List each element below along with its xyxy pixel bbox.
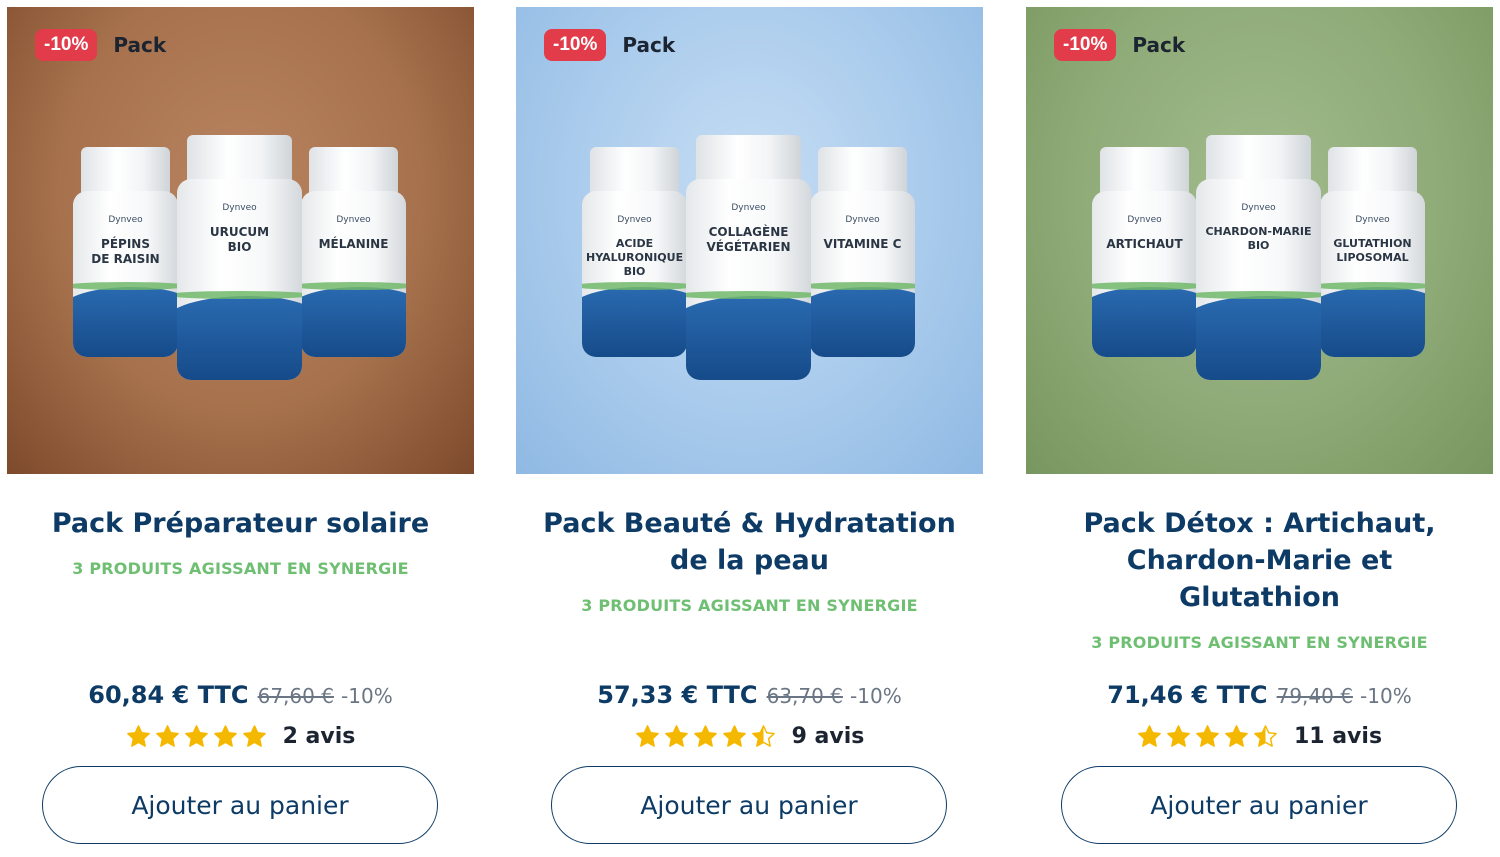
product-card: Dynveo ARTICHAUT Dynveo CHARDON-MARIE BIO …	[1026, 0, 1493, 857]
discount-percent: -10%	[1360, 684, 1412, 708]
product-info: Pack Détox : Artichaut, Chardon-Marie et…	[1026, 505, 1493, 652]
price-row: 71,46 € TTC 79,40 € -10%	[1026, 681, 1493, 709]
discount-percent: -10%	[341, 684, 393, 708]
discount-badge: -10%	[1054, 29, 1117, 61]
old-price: 63,70 €	[766, 684, 843, 708]
bottle-brand: Dynveo	[336, 215, 371, 225]
discount-badge: -10%	[544, 29, 607, 61]
pack-badge: Pack	[113, 33, 167, 57]
product-photo: Dynveo PÉPINS DE RAISIN Dynveo URUCUM BIO …	[7, 7, 474, 474]
add-to-cart-button[interactable]: Ajouter au panier	[1061, 766, 1457, 844]
bottle-label: URUCUM BIO	[209, 225, 270, 254]
price-row: 60,84 € TTC 67,60 € -10%	[7, 681, 474, 709]
product-image[interactable]: Dynveo ACIDE HYALURONIQUE BIO Dynveo COLLA…	[516, 7, 983, 474]
bottle-brand: Dynveo	[617, 215, 652, 225]
star-full-icon	[1167, 725, 1190, 747]
product-card: Dynveo PÉPINS DE RAISIN Dynveo URUCUM BIO …	[7, 0, 474, 857]
bottle: Dynveo ARTICHAUT	[1092, 147, 1197, 357]
bottle-label: PÉPINS DE RAISIN	[91, 237, 160, 266]
bottle: Dynveo URUCUM BIO	[177, 135, 302, 380]
bottle: Dynveo PÉPINS DE RAISIN	[73, 147, 178, 357]
rating-row: 11 avis	[1026, 724, 1493, 749]
star-full-icon	[664, 725, 688, 747]
add-to-cart-button[interactable]: Ajouter au panier	[42, 766, 438, 844]
bottle: Dynveo MÉLANINE	[301, 147, 406, 357]
star-full-icon	[213, 725, 237, 747]
star-half-icon	[1254, 725, 1277, 747]
badge-group: -10% Pack	[35, 29, 166, 61]
bottle: Dynveo ACIDE HYALURONIQUE BIO	[582, 147, 687, 357]
bottle-label: CHARDON-MARIE BIO	[1205, 225, 1312, 252]
current-price: 60,84 € TTC	[88, 681, 249, 709]
product-image[interactable]: Dynveo ARTICHAUT Dynveo CHARDON-MARIE BIO …	[1026, 7, 1493, 474]
bottle: Dynveo GLUTATHION LIPOSOMAL	[1320, 147, 1425, 357]
bottle-label: GLUTATHION LIPOSOMAL	[1333, 237, 1412, 264]
badge-group: -10% Pack	[544, 29, 675, 61]
discount-percent: -10%	[850, 684, 902, 708]
bottle: Dynveo COLLAGÈNE VÉGÉTARIEN	[686, 135, 811, 380]
bottle-brand: Dynveo	[222, 203, 257, 213]
bottle-label: ACIDE HYALURONIQUE BIO	[586, 237, 684, 278]
bottle-brand: Dynveo	[845, 215, 880, 225]
current-price: 57,33 € TTC	[597, 681, 758, 709]
old-price: 67,60 €	[257, 684, 334, 708]
star-full-icon	[126, 725, 150, 747]
star-rating[interactable]	[1137, 724, 1278, 749]
bottle: Dynveo CHARDON-MARIE BIO	[1196, 135, 1321, 380]
product-info: Pack Beauté & Hydratation de la peau 3 P…	[516, 505, 983, 615]
product-card: Dynveo ACIDE HYALURONIQUE BIO Dynveo COLLA…	[516, 0, 983, 857]
star-full-icon	[1196, 725, 1219, 747]
old-price: 79,40 €	[1276, 684, 1353, 708]
star-full-icon	[722, 725, 746, 747]
price-row: 57,33 € TTC 63,70 € -10%	[516, 681, 983, 709]
star-half-icon	[751, 725, 775, 747]
bottle-label: ARTICHAUT	[1106, 237, 1183, 251]
bottle-brand: Dynveo	[108, 215, 143, 225]
review-count[interactable]: 11 avis	[1294, 724, 1382, 749]
product-subtitle: 3 PRODUITS AGISSANT EN SYNERGIE	[581, 596, 918, 615]
star-full-icon	[1138, 725, 1161, 747]
product-photo: Dynveo ACIDE HYALURONIQUE BIO Dynveo COLLA…	[516, 7, 983, 474]
product-image[interactable]: Dynveo PÉPINS DE RAISIN Dynveo URUCUM BIO …	[7, 7, 474, 474]
product-title[interactable]: Pack Préparateur solaire	[7, 505, 474, 542]
product-info: Pack Préparateur solaire 3 PRODUITS AGIS…	[7, 505, 474, 578]
add-to-cart-button[interactable]: Ajouter au panier	[551, 766, 947, 844]
star-rating[interactable]	[635, 724, 776, 749]
current-price: 71,46 € TTC	[1107, 681, 1268, 709]
product-title[interactable]: Pack Détox : Artichaut, Chardon-Marie et…	[1026, 505, 1493, 616]
star-rating[interactable]	[126, 724, 267, 749]
product-subtitle: 3 PRODUITS AGISSANT EN SYNERGIE	[1091, 633, 1428, 652]
star-full-icon	[1225, 725, 1248, 747]
badge-group: -10% Pack	[1054, 29, 1185, 61]
review-count[interactable]: 9 avis	[792, 724, 865, 749]
bottle-label: VITAMINE C	[823, 237, 902, 251]
pack-badge: Pack	[622, 33, 676, 57]
discount-badge: -10%	[35, 29, 98, 61]
pack-badge: Pack	[1132, 33, 1186, 57]
rating-row: 9 avis	[516, 724, 983, 749]
star-full-icon	[155, 725, 179, 747]
bottle-brand: Dynveo	[1355, 215, 1390, 225]
review-count[interactable]: 2 avis	[283, 724, 356, 749]
product-title[interactable]: Pack Beauté & Hydratation de la peau	[516, 505, 983, 579]
star-full-icon	[242, 725, 266, 747]
rating-row: 2 avis	[7, 724, 474, 749]
star-full-icon	[635, 725, 659, 747]
star-full-icon	[184, 725, 208, 747]
product-subtitle: 3 PRODUITS AGISSANT EN SYNERGIE	[72, 559, 409, 578]
product-photo: Dynveo ARTICHAUT Dynveo CHARDON-MARIE BIO …	[1026, 7, 1493, 474]
star-full-icon	[693, 725, 717, 747]
bottle-label: MÉLANINE	[318, 237, 389, 251]
bottle-label: COLLAGÈNE VÉGÉTARIEN	[706, 225, 791, 254]
bottle-brand: Dynveo	[1127, 215, 1162, 225]
bottle-brand: Dynveo	[1241, 203, 1276, 213]
bottle-brand: Dynveo	[731, 203, 766, 213]
bottle: Dynveo VITAMINE C	[810, 147, 915, 357]
